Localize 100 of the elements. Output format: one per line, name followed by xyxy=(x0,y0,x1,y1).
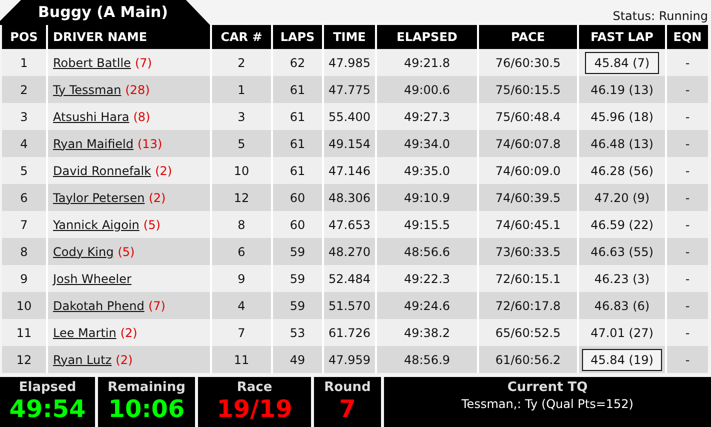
column-header: POS xyxy=(2,25,47,49)
driver-count: (2) xyxy=(155,164,172,178)
driver-link[interactable]: Taylor Petersen xyxy=(53,190,145,204)
column-header: DRIVER NAME xyxy=(47,25,211,49)
table-cell: 60 xyxy=(272,211,323,238)
driver-count: (13) xyxy=(138,136,162,150)
fast-lap-cell-text: 45.96 (18) xyxy=(590,108,654,126)
driver-link[interactable]: Ty Tessman xyxy=(53,82,122,96)
driver-link[interactable]: Ryan Lutz xyxy=(53,352,112,366)
driver-link[interactable]: Atsushi Hara xyxy=(53,110,130,124)
table-cell: 11 xyxy=(211,346,272,373)
table-cell: 74/60:07.8 xyxy=(478,130,578,157)
driver-link[interactable]: Ryan Maifield xyxy=(53,136,134,150)
table-cell: 47.959 xyxy=(323,346,376,373)
table-cell: 61 xyxy=(272,130,323,157)
table-cell: - xyxy=(666,319,708,346)
table-cell: 4 xyxy=(211,292,272,319)
table-cell: 48.270 xyxy=(323,238,376,265)
table-cell: 49:22.3 xyxy=(376,265,478,292)
table-cell: - xyxy=(666,346,708,373)
table-cell: 11 xyxy=(2,319,47,346)
stat-label: Race xyxy=(236,380,272,395)
table-cell: - xyxy=(666,265,708,292)
column-header: LAPS xyxy=(272,25,323,49)
table-cell: 74/60:39.5 xyxy=(478,184,578,211)
race-title: Buggy (A Main) xyxy=(0,0,210,25)
table-cell: - xyxy=(666,292,708,319)
table-cell: 3 xyxy=(211,103,272,130)
table-cell: 49:10.9 xyxy=(376,184,478,211)
fast-lap-cell-text: 46.63 (55) xyxy=(590,244,654,260)
table-cell: 49 xyxy=(272,346,323,373)
table-cell: 6 xyxy=(211,238,272,265)
driver-link[interactable]: Robert Batlle xyxy=(53,56,131,70)
table-cell: 47.985 xyxy=(323,49,376,76)
stat-value: 7 xyxy=(339,395,356,423)
driver-link[interactable]: Yannick Aigoin xyxy=(53,218,140,232)
driver-count: (2) xyxy=(120,326,138,340)
stat-value: 19/19 xyxy=(216,395,292,423)
table-cell: 61/60:56.2 xyxy=(478,346,578,373)
driver-link[interactable]: David Ronnefalk xyxy=(53,164,152,178)
table-cell: 76/60:30.5 xyxy=(478,49,578,76)
table-cell: 61 xyxy=(272,103,323,130)
table-cell: - xyxy=(666,103,708,130)
table-cell: 74/60:45.1 xyxy=(478,211,578,238)
fast-lap-cell: 45.84 (7) xyxy=(585,52,659,74)
table-cell: 59 xyxy=(272,292,323,319)
table-cell: 49:38.2 xyxy=(376,319,478,346)
table-cell: - xyxy=(666,49,708,76)
table-cell: 72/60:15.1 xyxy=(478,265,578,292)
table-cell: 8 xyxy=(2,238,47,265)
table-cell: 6 xyxy=(2,184,47,211)
table-cell: 2 xyxy=(211,49,272,76)
current-tq-text: Tessman,: Ty (Qual Pts=152) xyxy=(462,397,634,411)
table-cell: 49:24.6 xyxy=(376,292,478,319)
fast-lap-cell-text: 46.28 (56) xyxy=(590,162,654,180)
fast-lap-cell-text: 47.20 (9) xyxy=(593,190,651,206)
table-cell: - xyxy=(666,76,708,103)
table-cell: 1 xyxy=(2,49,47,76)
table-cell: 9 xyxy=(211,265,272,292)
table-cell: 75/60:48.4 xyxy=(478,103,578,130)
column-header: TIME xyxy=(323,25,376,49)
table-cell: 48:56.9 xyxy=(376,346,478,373)
table-cell: 12 xyxy=(211,184,272,211)
table-cell: 51.570 xyxy=(323,292,376,319)
driver-count: (5) xyxy=(143,218,160,232)
stat-label: Current TQ xyxy=(507,380,588,395)
column-header: ELAPSED xyxy=(376,25,478,49)
driver-link[interactable]: Lee Martin xyxy=(53,326,116,340)
table-cell: 53 xyxy=(272,319,323,346)
table-cell: 48:56.6 xyxy=(376,238,478,265)
column-header: PACE xyxy=(478,25,578,49)
table-cell: 52.484 xyxy=(323,265,376,292)
table-cell: 5 xyxy=(2,157,47,184)
fast-lap-cell-text: 46.83 (6) xyxy=(593,298,651,314)
table-cell: 73/60:33.5 xyxy=(478,238,578,265)
table-cell: 72/60:17.8 xyxy=(478,292,578,319)
table-cell: 59 xyxy=(272,238,323,265)
driver-count: (7) xyxy=(148,298,166,312)
table-cell: - xyxy=(666,211,708,238)
table-cell: 75/60:15.5 xyxy=(478,76,578,103)
table-cell: 59 xyxy=(272,265,323,292)
table-cell: 10 xyxy=(2,292,47,319)
stat-value: 10:06 xyxy=(108,395,185,423)
table-cell: 5 xyxy=(211,130,272,157)
stat-label: Round xyxy=(324,380,371,395)
table-cell: 47.653 xyxy=(323,211,376,238)
table-cell: 47.775 xyxy=(323,76,376,103)
driver-link[interactable]: Dakotah Phend xyxy=(53,298,144,312)
table-cell: 1 xyxy=(211,76,272,103)
table-cell: 65/60:52.5 xyxy=(478,319,578,346)
stat-label: Elapsed xyxy=(18,380,76,395)
table-cell: 61 xyxy=(272,157,323,184)
driver-count: (2) xyxy=(148,190,166,204)
table-cell: 7 xyxy=(2,211,47,238)
table-cell: 61 xyxy=(272,76,323,103)
driver-count: (8) xyxy=(133,110,150,124)
fast-lap-cell-text: 46.48 (13) xyxy=(590,136,654,152)
table-cell: 49:34.0 xyxy=(376,130,478,157)
table-cell: 62 xyxy=(272,49,323,76)
driver-link[interactable]: Cody King xyxy=(53,244,114,258)
